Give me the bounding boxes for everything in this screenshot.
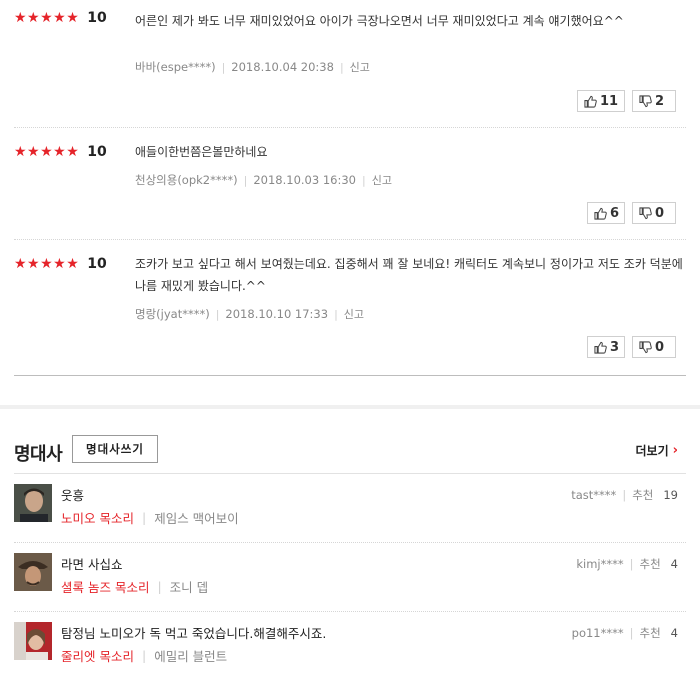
quote-text[interactable]: 웃흥	[61, 485, 84, 504]
recommend-label[interactable]: 추천	[640, 556, 661, 572]
recommend-count: 4	[670, 626, 678, 640]
quote-text[interactable]: 탐정님 노미오가 독 먹고 죽었습니다.해결해주시죠.	[61, 623, 326, 642]
divider: |	[215, 307, 220, 321]
quote-credit: 셜록 놈즈 목소리 | 조니 뎁	[61, 577, 208, 596]
thumbs-down-icon	[639, 206, 652, 219]
divider: |	[243, 173, 248, 187]
review-author[interactable]: 바바(espe****)	[135, 59, 216, 75]
character-name[interactable]: 줄리엣 목소리	[61, 646, 134, 665]
recommend-label[interactable]: 추천	[632, 487, 653, 503]
recommend-count: 4	[670, 557, 678, 571]
review-text: 어른인 제가 봐도 너무 재미있었어요 아이가 극장나오면서 너무 재미있었다고…	[135, 14, 624, 28]
review-meta: 천상의용(opk2****) | 2018.10.03 16:30 | 신고	[135, 172, 392, 188]
review-votes: 6 0	[586, 202, 676, 224]
quote-meta: tast**** | 추천 19	[571, 487, 678, 503]
divider: |	[629, 626, 634, 640]
quote-item: 탐정님 노미오가 독 먹고 죽었습니다.해결해주시죠. 줄리엣 목소리 | 에밀…	[14, 612, 686, 676]
quote-user: tast****	[571, 488, 617, 502]
review-text: 애들이한번쯤은볼만하네요	[135, 145, 268, 159]
dislike-count: 0	[655, 339, 665, 355]
quote-user: po11****	[571, 626, 624, 640]
divider: |	[141, 510, 147, 525]
quote-item: 웃흥 노미오 목소리 | 제임스 맥어보이 tast**** | 추천 19	[14, 474, 686, 543]
review-rating: ★★★★★ 10	[14, 256, 107, 272]
chevron-right-icon: ›	[672, 443, 678, 458]
thumbs-up-icon	[584, 95, 597, 108]
review-date: 2018.10.10 17:33	[225, 307, 329, 321]
section-divider	[0, 405, 700, 409]
review-meta: 명랑(jyat****) | 2018.10.10 17:33 | 신고	[135, 306, 364, 322]
divider: |	[157, 579, 162, 594]
divider: |	[334, 307, 338, 321]
like-count: 3	[609, 339, 619, 355]
quotes-header: 명대사 명대사쓰기 더보기 ›	[14, 434, 686, 474]
section-title: 명대사	[14, 444, 63, 465]
avatar[interactable]	[14, 553, 52, 591]
report-link[interactable]: 신고	[344, 306, 364, 322]
report-link[interactable]: 신고	[372, 172, 392, 188]
actor-name[interactable]: 제임스 맥어보이	[154, 508, 238, 527]
thumbs-down-icon	[639, 94, 652, 107]
review-score: 10	[87, 144, 107, 160]
star-rating-icon: ★★★★★	[14, 256, 80, 272]
thumbs-up-icon	[594, 341, 607, 354]
review-author[interactable]: 명랑(jyat****)	[135, 306, 210, 322]
divider: |	[339, 60, 344, 74]
review-score: 10	[87, 10, 107, 26]
dislike-count: 0	[655, 205, 665, 221]
divider: |	[622, 488, 627, 502]
review-date: 2018.10.03 16:30	[253, 173, 356, 187]
dislike-button[interactable]: 2	[632, 90, 676, 112]
quote-meta: po11**** | 추천 4	[572, 625, 678, 641]
quote-credit: 줄리엣 목소리 | 에밀리 블런트	[61, 646, 227, 665]
divider: |	[141, 648, 147, 663]
like-count: 11	[600, 93, 619, 109]
write-quote-button[interactable]: 명대사쓰기	[72, 435, 158, 463]
review-item: ★★★★★ 10 애들이한번쯤은볼만하네요 천상의용(opk2****) | 2…	[14, 128, 686, 240]
report-link[interactable]: 신고	[350, 59, 370, 75]
divider: |	[361, 173, 366, 187]
review-rating: ★★★★★ 10	[14, 144, 107, 160]
quote-meta: kimj**** | 추천 4	[576, 556, 678, 572]
review-item: ★★★★★ 10 어른인 제가 봐도 너무 재미있었어요 아이가 극장나오면서 …	[14, 0, 686, 128]
recommend-count: 19	[663, 488, 678, 502]
review-text: 조카가 보고 싶다고 해서 보여줬는데요. 집중해서 꽤 잘 보네요! 캐릭터도…	[135, 257, 683, 293]
review-author[interactable]: 천상의용(opk2****)	[135, 172, 238, 188]
avatar[interactable]	[14, 484, 52, 522]
review-votes: 11 2	[577, 90, 676, 112]
review-rating: ★★★★★ 10	[14, 10, 107, 26]
quote-item: 라면 사십쇼 셜록 놈즈 목소리 | 조니 뎁 kimj**** | 추천 4	[14, 543, 686, 612]
like-count: 6	[609, 205, 619, 221]
thumbs-down-icon	[639, 340, 652, 353]
review-score: 10	[87, 256, 107, 272]
like-button[interactable]: 6	[586, 202, 625, 224]
actor-name[interactable]: 에밀리 블런트	[154, 646, 227, 665]
review-meta: 바바(espe****) | 2018.10.04 20:38 | 신고	[135, 59, 370, 75]
quote-credit: 노미오 목소리 | 제임스 맥어보이	[61, 508, 239, 527]
character-name[interactable]: 셜록 놈즈 목소리	[61, 577, 149, 596]
quote-text[interactable]: 라면 사십쇼	[61, 554, 122, 573]
dislike-count: 2	[655, 93, 665, 109]
divider: |	[221, 60, 226, 74]
like-button[interactable]: 3	[586, 336, 625, 358]
quote-user: kimj****	[576, 557, 624, 571]
more-link-label: 더보기	[635, 444, 669, 458]
star-rating-icon: ★★★★★	[14, 144, 80, 160]
character-name[interactable]: 노미오 목소리	[61, 508, 134, 527]
review-item: ★★★★★ 10 조카가 보고 싶다고 해서 보여줬는데요. 집중해서 꽤 잘 …	[14, 240, 686, 376]
actor-name[interactable]: 조니 뎁	[170, 577, 208, 596]
divider: |	[629, 557, 634, 571]
thumbs-up-icon	[594, 207, 607, 220]
dislike-button[interactable]: 0	[632, 336, 676, 358]
avatar[interactable]	[14, 622, 52, 660]
review-votes: 3 0	[586, 336, 676, 358]
more-link[interactable]: 더보기 ›	[636, 442, 678, 459]
recommend-label[interactable]: 추천	[640, 625, 661, 641]
dislike-button[interactable]: 0	[632, 202, 676, 224]
review-date: 2018.10.04 20:38	[231, 60, 334, 74]
star-rating-icon: ★★★★★	[14, 10, 80, 26]
like-button[interactable]: 11	[577, 90, 625, 112]
